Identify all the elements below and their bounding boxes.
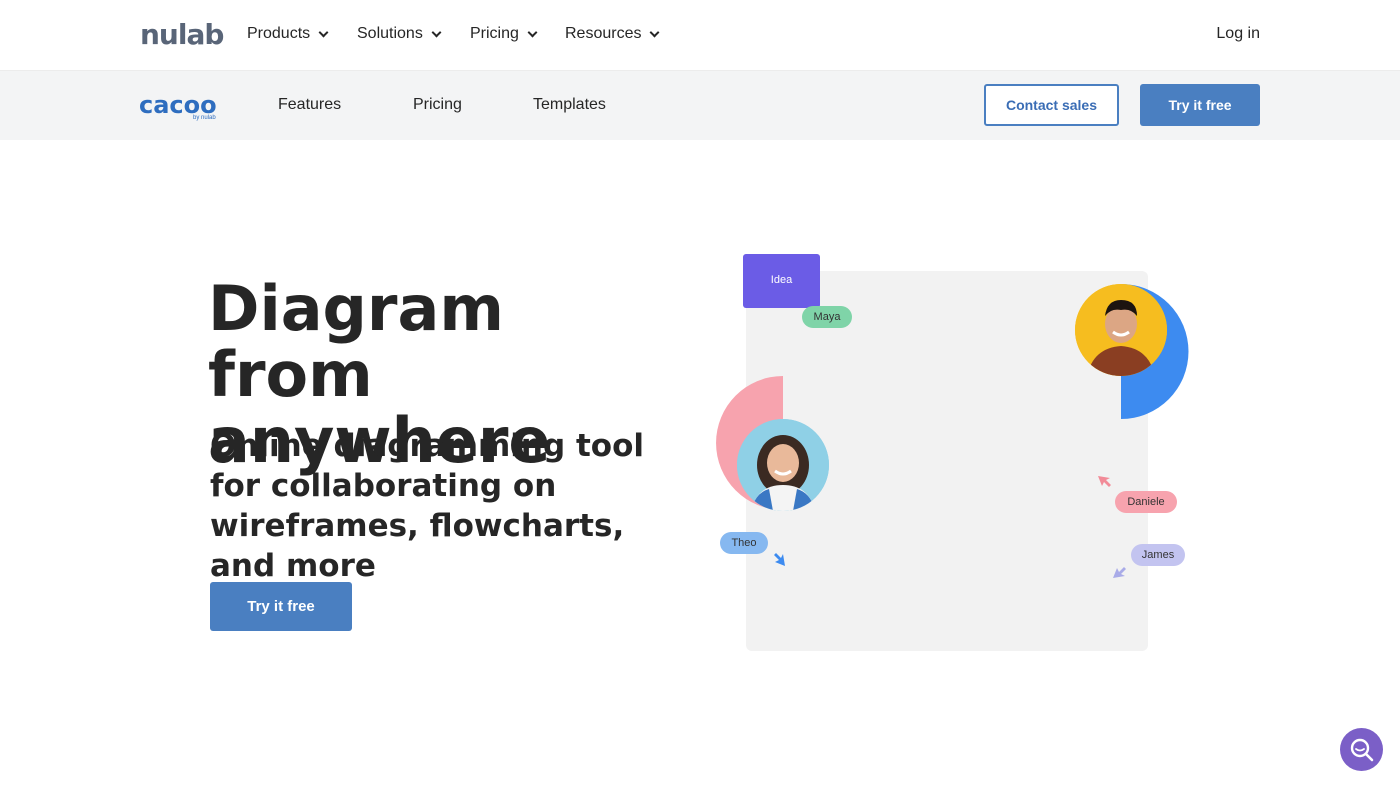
cacoo-logo[interactable]: cacoo by nulab [139,93,221,123]
try-free-button-header[interactable]: Try it free [1140,84,1260,126]
nav-solutions[interactable]: Solutions [357,25,442,43]
nav-resources[interactable]: Resources [565,25,660,43]
nulab-logo[interactable]: nulab [140,18,224,51]
chevron-down-icon [650,27,660,37]
avatar-woman [737,419,829,511]
nav-resources-label: Resources [565,25,642,42]
login-link[interactable]: Log in [1216,25,1260,43]
user-tag-maya: Maya [802,306,852,328]
nav-pricing-label: Pricing [470,25,519,42]
nav-pricing[interactable]: Pricing [470,25,538,43]
hero-title-line-1: Diagram from [208,272,504,411]
top-navigation: nulab Products Solutions Pricing Resourc… [0,0,1400,71]
chevron-down-icon [318,27,329,37]
subnav-pricing[interactable]: Pricing [413,96,462,114]
nav-solutions-label: Solutions [357,25,423,42]
avatar-woman-portrait [737,419,829,511]
subnav-features[interactable]: Features [278,96,341,114]
idea-sticky-card: Idea [743,254,820,308]
avatar-man-portrait [1075,284,1167,376]
cacoo-logo-text: cacoo [139,91,217,119]
user-tag-james: James [1131,544,1185,566]
avatar-man [1075,284,1167,376]
chevron-down-icon [527,27,538,37]
user-tag-daniele: Daniele [1115,491,1177,513]
nav-products[interactable]: Products [247,25,329,43]
try-free-button-hero[interactable]: Try it free [210,582,352,631]
cacoo-logo-by: by nulab [193,115,216,121]
subnav-templates[interactable]: Templates [533,96,606,114]
hero-subtitle: Online diagramming tool for collaboratin… [210,428,645,584]
product-subnav: cacoo by nulab Features Pricing Template… [0,71,1400,140]
nav-products-label: Products [247,25,311,42]
user-tag-theo: Theo [720,532,768,554]
idea-card-label: Idea [770,274,793,286]
help-chat-button[interactable] [1340,728,1383,771]
chevron-down-icon [431,27,442,37]
contact-sales-button[interactable]: Contact sales [984,84,1119,126]
search-chat-icon [1350,738,1373,761]
